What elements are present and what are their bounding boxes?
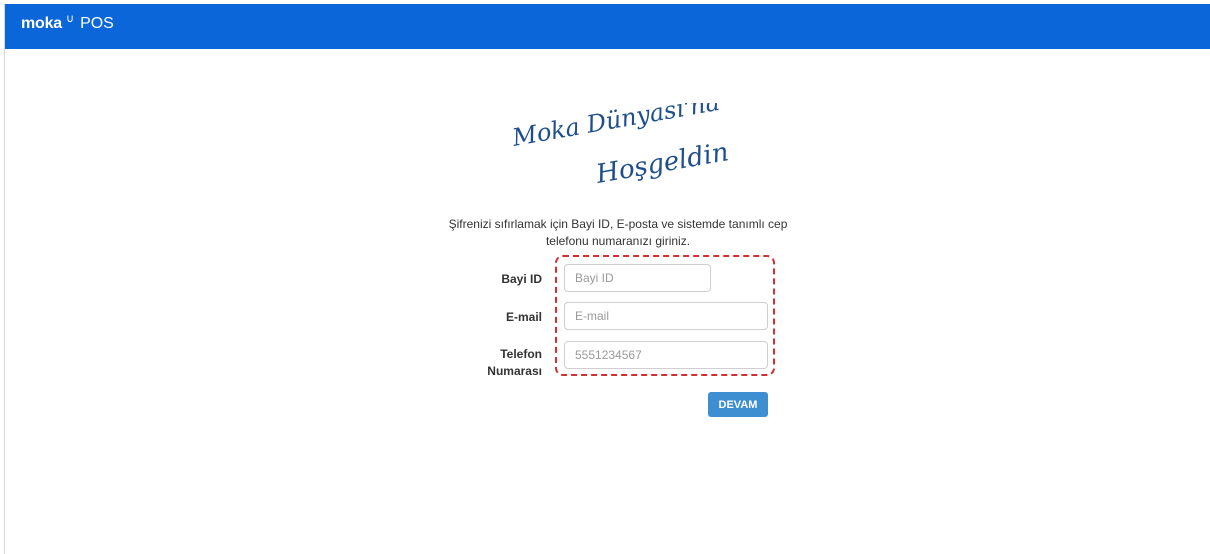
brand-name: moka bbox=[21, 15, 62, 32]
phone-label-line-2: Numarası bbox=[487, 364, 542, 378]
password-reset-instructions: Şifrenizi sıfırlamak için Bayi ID, E-pos… bbox=[448, 217, 788, 248]
phone-label-line-1: Telefon bbox=[500, 347, 542, 361]
welcome-logo-line-2: Hoşgeldin! bbox=[593, 135, 730, 190]
phone-number-input[interactable] bbox=[564, 341, 768, 369]
top-navigation-bar: moka ∪ POS bbox=[5, 4, 1210, 49]
welcome-signature-logo: Moka Dünyası'na Hoşgeldin! bbox=[510, 103, 730, 190]
phone-number-label: Telefon Numarası bbox=[466, 346, 542, 380]
continue-button[interactable]: DEVAM bbox=[708, 392, 768, 417]
bayi-id-label: Bayi ID bbox=[501, 272, 542, 286]
brand-mark-icon: ∪ bbox=[66, 13, 75, 25]
email-input[interactable] bbox=[564, 302, 768, 330]
email-label: E-mail bbox=[505, 310, 542, 324]
moka-pos-brand[interactable]: moka ∪ POS bbox=[21, 13, 114, 32]
product-name: POS bbox=[80, 15, 114, 32]
bayi-id-input[interactable] bbox=[564, 264, 711, 292]
